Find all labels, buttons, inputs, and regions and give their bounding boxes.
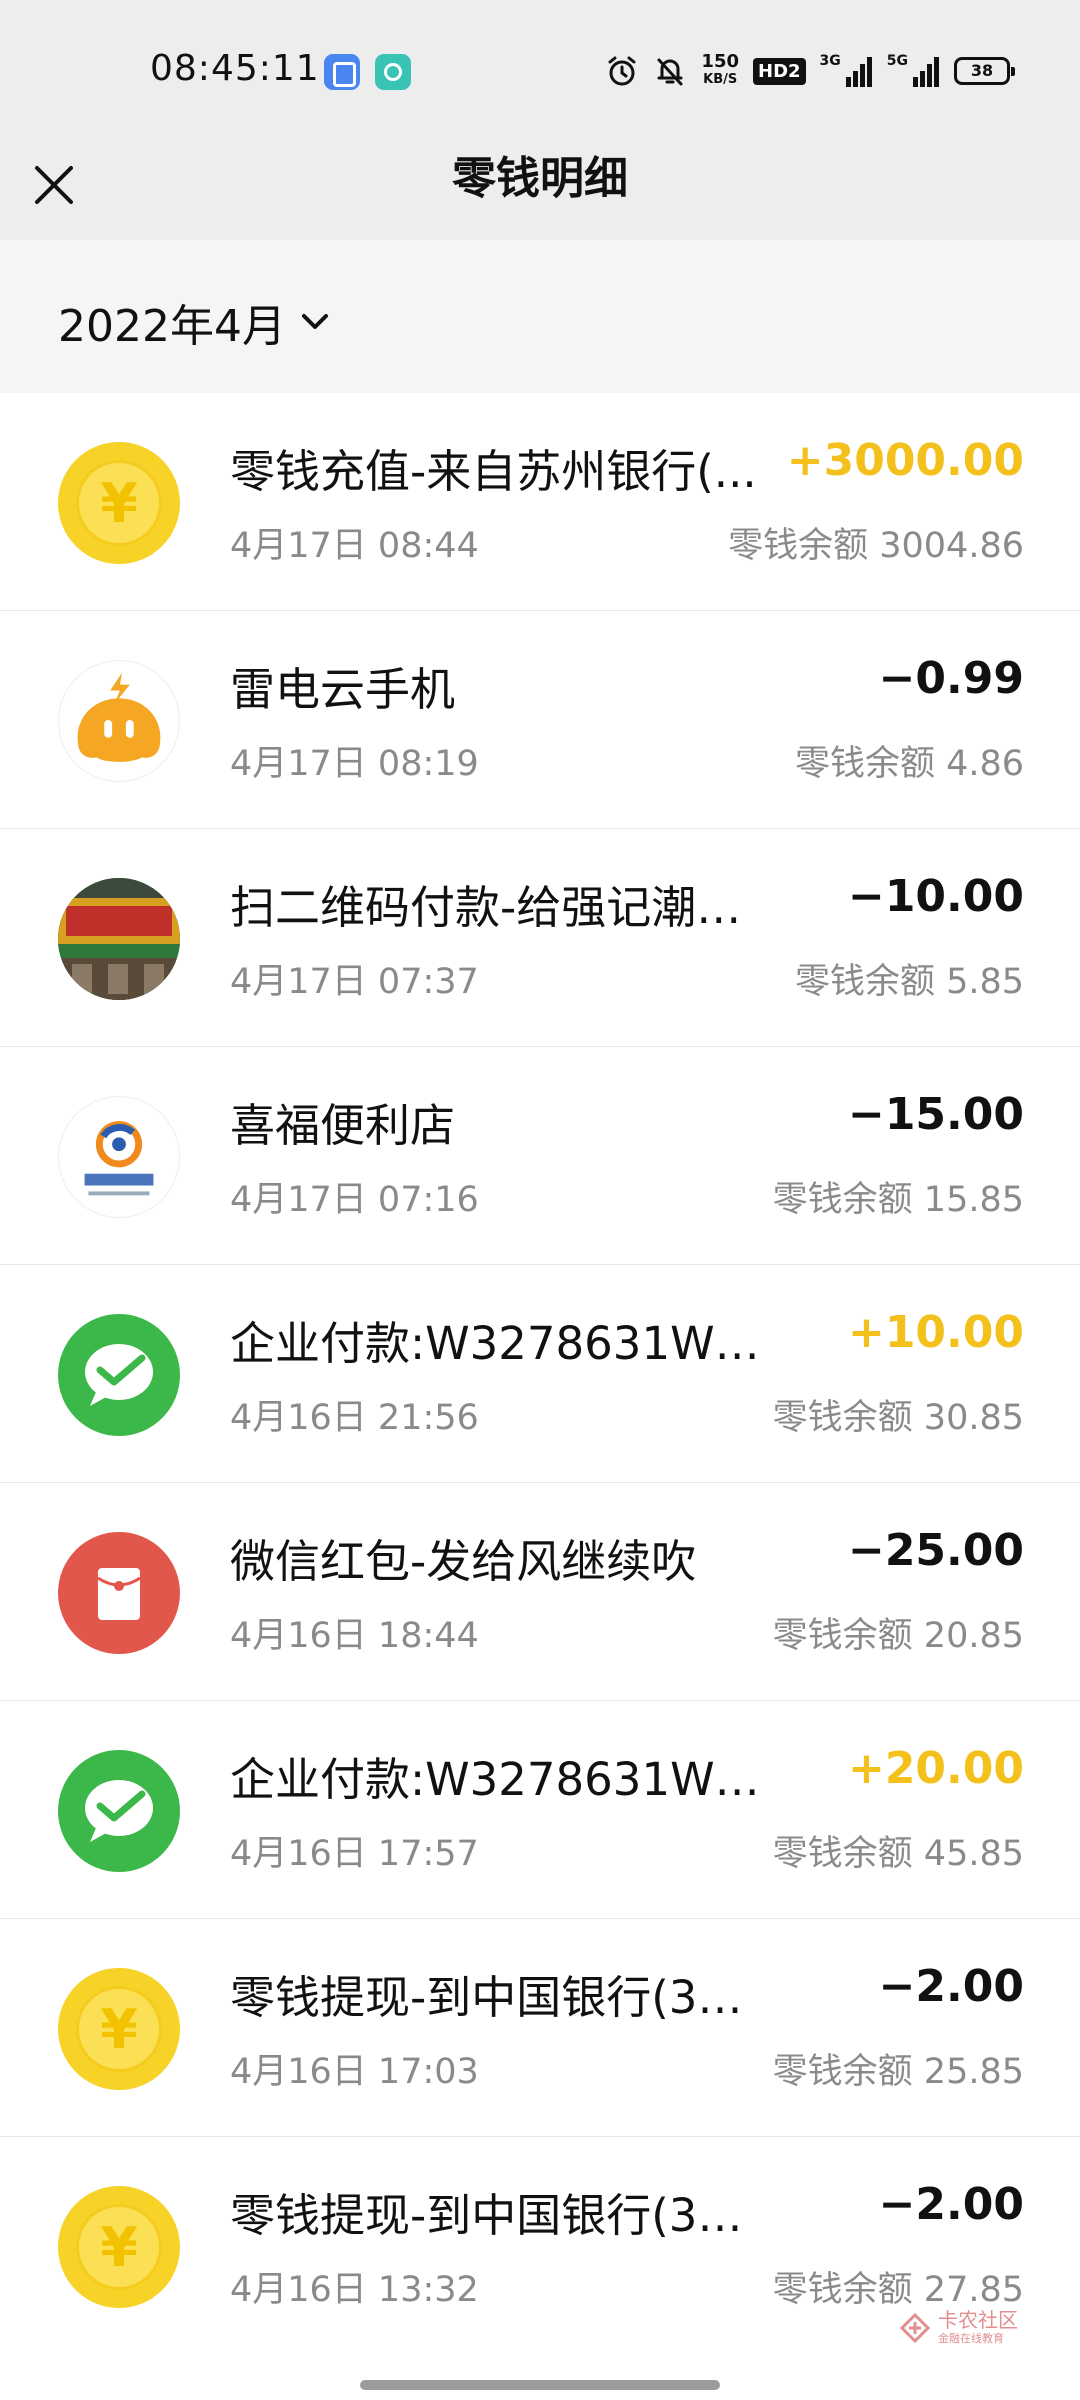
month-filter-bar: 2022年4月 [0,240,1080,393]
transaction-amount: −2.00 [878,1961,1024,2012]
transaction-amount: −2.00 [878,2179,1024,2230]
alarm-icon [608,56,636,86]
transaction-time: 4月16日 21:56 [230,1398,479,1438]
transaction-title: 扫二维码付款-给强记潮汕汤... [230,881,760,934]
watermark-text: 卡农社区 [938,2308,1018,2332]
transaction-balance: 零钱余额 5.85 [794,962,1024,1002]
transaction-row[interactable]: ¥ 零钱提现-到中国银行(3636) 4月16日 17:03 −2.00 零钱余… [0,1919,1080,2137]
transaction-title: 零钱提现-到中国银行(3636) [230,1971,760,2024]
coin-yuan-icon: ¥ [58,442,180,564]
mute-bell-icon [657,58,683,86]
signal-1-label: 3G [819,53,841,69]
transaction-balance: 零钱余额 45.85 [772,1834,1024,1874]
transaction-title: 微信红包-发给风继续吹 [230,1535,697,1588]
transaction-time: 4月17日 07:16 [230,1180,479,1220]
red-packet-icon [58,1532,180,1654]
transaction-time: 4月17日 08:44 [230,526,479,566]
transaction-balance: 零钱余额 27.85 [772,2270,1024,2310]
tonghuan-logo-icon [58,1096,180,1218]
wechat-pay-icon [58,1314,180,1436]
transaction-list: ¥ 零钱充值-来自苏州银行(... 4月17日 08:44 +3000.00 零… [0,393,1080,2355]
transaction-time: 4月16日 18:44 [230,1616,479,1656]
transaction-time: 4月16日 17:57 [230,1834,479,1874]
transaction-time: 4月16日 13:32 [230,2270,479,2310]
wechat-pay-icon [58,1750,180,1872]
notification-chat-icon [375,54,411,90]
transaction-time: 4月16日 17:03 [230,2052,479,2092]
transaction-amount: +10.00 [847,1307,1024,1358]
transaction-row[interactable]: 企业付款:W3278631W220... 4月16日 17:57 +20.00 … [0,1701,1080,1919]
transaction-balance: 零钱余额 20.85 [772,1616,1024,1656]
page-title: 零钱明细 [452,153,628,204]
month-picker[interactable]: 2022年4月 [58,290,330,354]
watermark: 卡农社区 金融在线教育 [900,2310,1018,2346]
transaction-title: 企业付款:W3278631W220... [230,1753,760,1806]
transaction-amount: −15.00 [847,1089,1024,1140]
status-time: 08:45:11 [150,48,320,89]
transaction-title: 雷电云手机 [230,663,456,716]
transaction-balance: 零钱余额 25.85 [772,2052,1024,2092]
transaction-amount: −25.00 [847,1525,1024,1576]
transaction-row[interactable]: 扫二维码付款-给强记潮汕汤... 4月17日 07:37 −10.00 零钱余额… [0,829,1080,1047]
signal-bars-icon [845,57,872,87]
transaction-balance: 零钱余额 15.85 [772,1180,1024,1220]
transaction-balance: 零钱余额 3004.86 [728,526,1024,566]
transaction-row[interactable]: 喜福便利店 4月17日 07:16 −15.00 零钱余额 15.85 [0,1047,1080,1265]
chevron-down-icon [301,314,328,329]
transaction-amount: +3000.00 [786,435,1024,486]
transaction-row[interactable]: 企业付款:W3278631W2204... 4月16日 21:56 +10.00… [0,1265,1080,1483]
transaction-row[interactable]: 微信红包-发给风继续吹 4月16日 18:44 −25.00 零钱余额 20.8… [0,1483,1080,1701]
transaction-amount: −0.99 [878,653,1024,704]
notification-app-icon [324,54,360,90]
signal-bars-5g-icon [913,57,939,87]
coin-yuan-icon: ¥ [58,1968,180,2090]
shop-front-photo-icon [58,878,180,1000]
transaction-title: 零钱提现-到中国银行(3636) [230,2189,760,2242]
watermark-logo-icon [900,2313,930,2343]
leidian-mascot-icon [58,660,180,782]
transaction-balance: 零钱余额 4.86 [794,744,1024,784]
transaction-row[interactable]: ¥ 零钱充值-来自苏州银行(... 4月17日 08:44 +3000.00 零… [0,393,1080,611]
month-label: 2022年4月 [58,301,286,352]
system-icons: 150 KB/S HD2 3G 5G 38 [605,50,1015,92]
transaction-amount: −10.00 [847,871,1024,922]
home-indicator[interactable] [360,2380,720,2390]
transaction-amount: +20.00 [847,1743,1024,1794]
transaction-time: 4月17日 08:19 [230,744,479,784]
watermark-subtext: 金融在线教育 [938,2332,1004,2345]
transaction-time: 4月17日 07:37 [230,962,479,1002]
coin-yuan-icon: ¥ [58,2186,180,2308]
status-bar: 08:45:11 150 KB/S HD2 3G 5G 38 [0,0,1080,140]
transaction-title: 企业付款:W3278631W2204... [230,1317,760,1370]
network-speed-unit: KB/S [703,72,738,87]
transaction-balance: 零钱余额 30.85 [772,1398,1024,1438]
network-speed-value: 150 [701,51,739,72]
title-bar: 零钱明细 [0,140,1080,240]
transaction-title: 喜福便利店 [230,1099,456,1152]
transaction-row[interactable]: 雷电云手机 4月17日 08:19 −0.99 零钱余额 4.86 [0,611,1080,829]
hd-voice-badge: HD2 [753,57,806,85]
signal-2-label: 5G [886,53,908,69]
transaction-title: 零钱充值-来自苏州银行(... [230,445,757,498]
battery-indicator: 38 [954,57,1015,85]
network-speed: 150 KB/S [701,53,739,89]
